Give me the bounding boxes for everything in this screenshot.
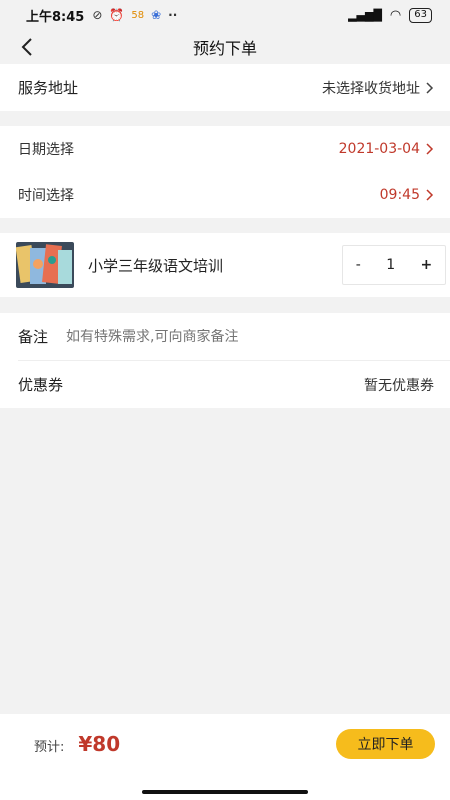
decrement-button[interactable]: - (356, 257, 361, 273)
date-value: 2021-03-04 (339, 141, 434, 157)
time-value-text: 09:45 (379, 187, 420, 203)
chevron-right-icon (426, 143, 434, 155)
signal-icon: ▂▄▆█ (348, 8, 382, 22)
status-time: 上午8:45 (26, 9, 85, 25)
total-label: 预计: (34, 740, 65, 755)
home-indicator[interactable] (142, 790, 308, 794)
app-icon: ❀ (151, 8, 162, 22)
address-label: 服务地址 (18, 79, 79, 97)
coupon-label: 优惠券 (18, 376, 64, 394)
app-58-icon: 58 (131, 9, 145, 21)
address-value-text: 未选择收货地址 (322, 80, 420, 97)
checkout-bar: 预计: ¥80 立即下单 (0, 714, 450, 800)
page-title: 预约下单 (192, 39, 257, 58)
remark-label: 备注 (18, 328, 49, 346)
address-value: 未选择收货地址 (322, 78, 434, 98)
more-dots: ·· (168, 8, 178, 22)
address-row[interactable]: 服务地址 未选择收货地址 (0, 64, 450, 111)
schedule-card: 日期选择 2021-03-04 时间选择 09:45 (0, 126, 450, 218)
date-label: 日期选择 (18, 142, 74, 158)
submit-order-button[interactable]: 立即下单 (336, 729, 435, 759)
sync-off-icon: ⊘ (92, 8, 103, 22)
total-section: 预计: ¥80 (34, 732, 120, 756)
chevron-right-icon (426, 189, 434, 201)
remark-input[interactable] (66, 328, 407, 345)
battery-icon: 63 (409, 7, 432, 23)
total-price: ¥80 (78, 732, 121, 756)
coupon-row[interactable]: 优惠券 暂无优惠券 (0, 361, 450, 408)
status-bar: 上午8:45 ⊘ ⏰ 58 ❀ ·· ▂▄▆█ ◠ 63 (0, 0, 450, 30)
quantity-stepper: - 1 + (342, 245, 446, 285)
time-value: 09:45 (380, 187, 434, 203)
coupon-value: 暂无优惠券 (364, 377, 434, 394)
product-card: 小学三年级语文培训 - 1 + (0, 233, 450, 297)
remark-row: 备注 (0, 313, 450, 360)
time-row[interactable]: 时间选择 09:45 (0, 172, 450, 218)
date-value-text: 2021-03-04 (338, 141, 420, 157)
product-thumbnail (16, 242, 74, 288)
product-name: 小学三年级语文培训 (88, 256, 224, 275)
product-row: 小学三年级语文培训 - 1 + (0, 233, 450, 297)
chevron-left-icon (21, 38, 32, 56)
address-card: 服务地址 未选择收货地址 (0, 64, 450, 111)
increment-button[interactable]: + (421, 257, 433, 273)
wifi-icon: ◠ (389, 7, 402, 23)
nav-bar: 预约下单 (0, 30, 450, 64)
back-button[interactable] (14, 34, 40, 60)
date-row[interactable]: 日期选择 2021-03-04 (0, 126, 450, 172)
time-label: 时间选择 (18, 188, 74, 204)
remark-card: 备注 优惠券 暂无优惠券 (0, 313, 450, 408)
quantity-value: 1 (386, 257, 396, 273)
alarm-icon: ⏰ (109, 8, 125, 22)
chevron-right-icon (426, 81, 434, 94)
